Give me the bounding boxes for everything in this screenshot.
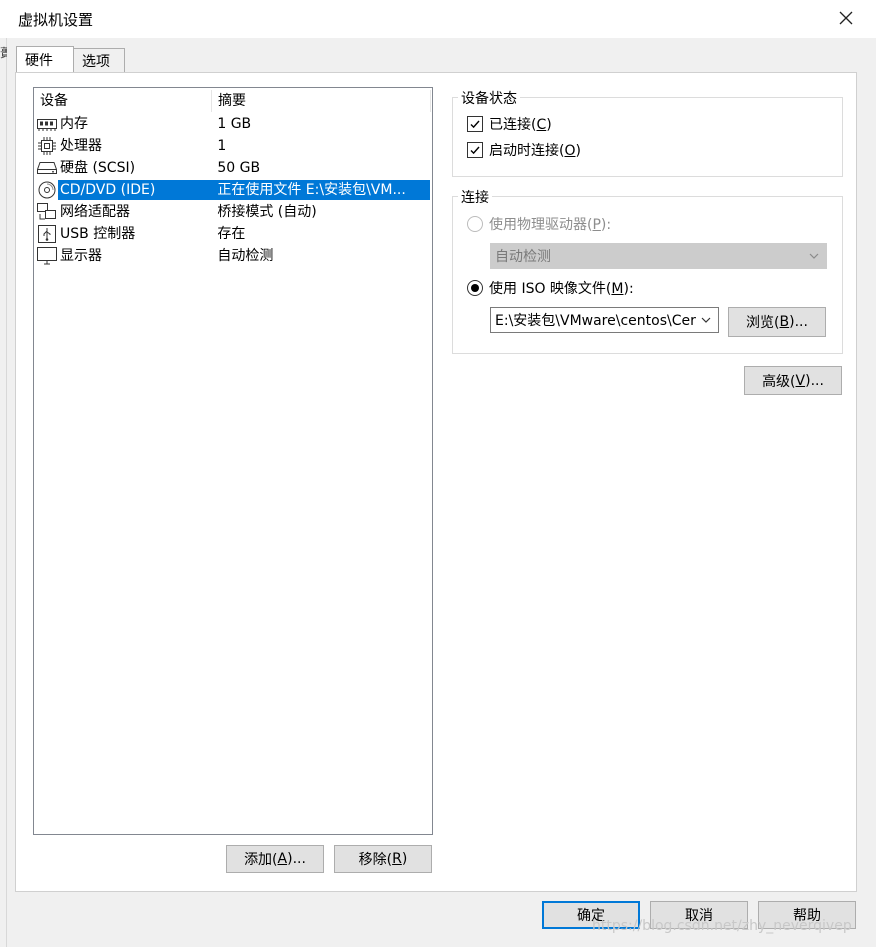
- connect-at-power-on-label-tail: ): [575, 143, 581, 159]
- device-name: 网络适配器: [60, 204, 130, 220]
- device-row-cd-dvd[interactable]: CD/DVD (IDE) 正在使用文件 E:\安装包\VM...: [36, 179, 430, 201]
- remove-device-button-accesskey: R: [392, 851, 402, 867]
- add-device-button[interactable]: 添加(A)...: [226, 845, 324, 873]
- device-row-processor[interactable]: 处理器 1: [36, 135, 430, 157]
- chevron-down-icon: [809, 253, 819, 259]
- connect-at-power-on-label: 启动时连接(: [489, 143, 565, 159]
- device-row-network-adapter[interactable]: 网络适配器 桥接模式 (自动): [36, 201, 430, 223]
- iso-image-radio-circle[interactable]: [467, 280, 483, 296]
- watermark: https://blog.csdn.net/zhy_neverqivep: [592, 918, 852, 934]
- tab-options-label: 选项: [82, 53, 110, 70]
- device-name: 硬盘 (SCSI): [60, 160, 136, 176]
- title-bar: [0, 0, 876, 38]
- device-summary: 存在: [217, 226, 246, 242]
- device-row-memory[interactable]: 内存 1 GB: [36, 113, 430, 135]
- display-icon: [36, 245, 58, 267]
- checkmark-icon: [470, 120, 480, 129]
- physical-drive-select-value: 自动检测: [495, 249, 551, 265]
- connection-group-title: 连接: [458, 187, 492, 207]
- device-status-group-title: 设备状态: [458, 88, 520, 108]
- iso-image-radio[interactable]: 使用 ISO 映像文件(M):: [467, 278, 634, 298]
- device-row-usb[interactable]: USB 控制器 存在: [36, 223, 430, 245]
- connected-accesskey: C: [536, 117, 547, 133]
- memory-icon: [36, 113, 58, 135]
- device-name: 内存: [60, 116, 88, 132]
- remove-device-button-text: 移除(: [358, 852, 393, 868]
- add-device-button-text: 添加(: [244, 852, 278, 868]
- device-name: 显示器: [60, 248, 102, 264]
- remove-device-button[interactable]: 移除(R): [334, 845, 432, 873]
- connect-at-power-on-checkbox-box[interactable]: [467, 142, 483, 158]
- network-adapter-icon: [36, 201, 58, 223]
- advanced-button-accesskey: V: [795, 372, 806, 389]
- device-status-group: [452, 97, 843, 177]
- connected-checkbox-box[interactable]: [467, 116, 483, 132]
- chevron-down-icon: [700, 314, 712, 326]
- iso-path-select-value: E:\安装包\VMware\centos\Cer: [495, 313, 696, 329]
- close-icon: [839, 11, 853, 25]
- add-device-button-tail: )...: [287, 851, 306, 867]
- physical-drive-radio-circle[interactable]: [467, 216, 483, 232]
- tab-hardware[interactable]: 硬件: [16, 46, 74, 72]
- tab-options[interactable]: 选项: [73, 48, 125, 72]
- remove-device-button-tail: ): [401, 851, 408, 867]
- device-summary: 自动检测: [217, 248, 274, 264]
- add-device-button-accesskey: A: [277, 851, 288, 867]
- physical-drive-select[interactable]: 自动检测: [490, 243, 827, 269]
- advanced-button[interactable]: 高级(V)...: [744, 366, 842, 395]
- device-summary: 1: [217, 138, 227, 154]
- cd-dvd-icon: [36, 179, 58, 201]
- device-summary: 50 GB: [217, 160, 261, 176]
- iso-image-label-tail: ):: [623, 281, 634, 297]
- browse-button[interactable]: 浏览(B)...: [728, 307, 826, 337]
- column-header-device-label: 设备: [40, 93, 68, 109]
- processor-icon: [36, 135, 58, 157]
- device-row-hard-disk[interactable]: 硬盘 (SCSI) 50 GB: [36, 157, 430, 179]
- column-header-summary[interactable]: 摘要: [218, 88, 428, 112]
- checkmark-icon: [470, 146, 480, 155]
- connect-at-power-on-accesskey: O: [564, 143, 576, 159]
- device-name: 处理器: [60, 138, 102, 154]
- iso-path-select[interactable]: E:\安装包\VMware\centos\Cer: [490, 307, 719, 333]
- column-header-device[interactable]: 设备: [40, 88, 210, 112]
- browse-button-tail: )...: [789, 314, 808, 330]
- window-title: 虚拟机设置: [18, 11, 94, 29]
- browse-button-text: 浏览(: [746, 315, 780, 331]
- connected-label: 已连接(: [489, 117, 537, 133]
- device-summary: 桥接模式 (自动): [217, 204, 317, 220]
- usb-icon: [36, 223, 58, 245]
- iso-image-accesskey: M: [611, 281, 624, 297]
- background-window-text: 蕢: [0, 46, 7, 60]
- device-row-display[interactable]: 显示器 自动检测: [36, 245, 430, 267]
- physical-drive-label: 使用物理驱动器(: [489, 217, 593, 233]
- connect-at-power-on-checkbox[interactable]: 启动时连接(O): [467, 140, 581, 160]
- physical-drive-radio[interactable]: 使用物理驱动器(P):: [467, 214, 611, 234]
- device-summary: 正在使用文件 E:\安装包\VM...: [211, 180, 430, 200]
- physical-drive-label-tail: ):: [600, 217, 612, 233]
- column-header-summary-label: 摘要: [218, 93, 246, 109]
- device-name: USB 控制器: [60, 226, 136, 242]
- hard-disk-icon: [36, 157, 58, 179]
- device-summary: 1 GB: [217, 116, 252, 132]
- connected-label-tail: ): [546, 117, 552, 133]
- physical-drive-accesskey: P: [592, 217, 601, 233]
- tab-hardware-label: 硬件: [25, 52, 53, 69]
- close-button[interactable]: [832, 4, 860, 32]
- radio-selected-dot: [471, 284, 479, 292]
- iso-image-label: 使用 ISO 映像文件(: [489, 281, 612, 297]
- column-divider[interactable]: [211, 90, 212, 112]
- advanced-button-tail: )...: [805, 372, 824, 389]
- connected-checkbox[interactable]: 已连接(C): [467, 114, 552, 134]
- column-divider[interactable]: [430, 90, 431, 112]
- advanced-button-text: 高级(: [762, 373, 796, 390]
- background-window-edge: [0, 38, 7, 947]
- device-name: CD/DVD (IDE): [58, 180, 212, 200]
- browse-button-accesskey: B: [779, 314, 790, 330]
